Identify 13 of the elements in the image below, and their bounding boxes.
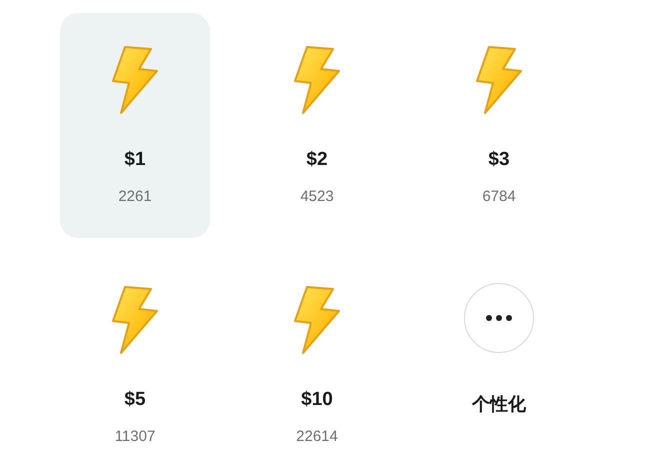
count-label: 2261: [118, 187, 152, 207]
price-label: $1: [124, 149, 146, 171]
option-card[interactable]: $1 2261: [60, 13, 210, 238]
count-label: 4523: [300, 187, 334, 207]
count-label: 11307: [114, 427, 156, 447]
count-label: 22614: [296, 427, 338, 447]
price-label: $5: [124, 389, 146, 411]
more-icon: [486, 315, 512, 321]
count-label: 6784: [482, 187, 516, 207]
price-label: $10: [301, 389, 333, 411]
price-label: $3: [488, 149, 510, 171]
custom-label: 个性化: [472, 393, 526, 415]
price-label: $2: [306, 149, 328, 171]
